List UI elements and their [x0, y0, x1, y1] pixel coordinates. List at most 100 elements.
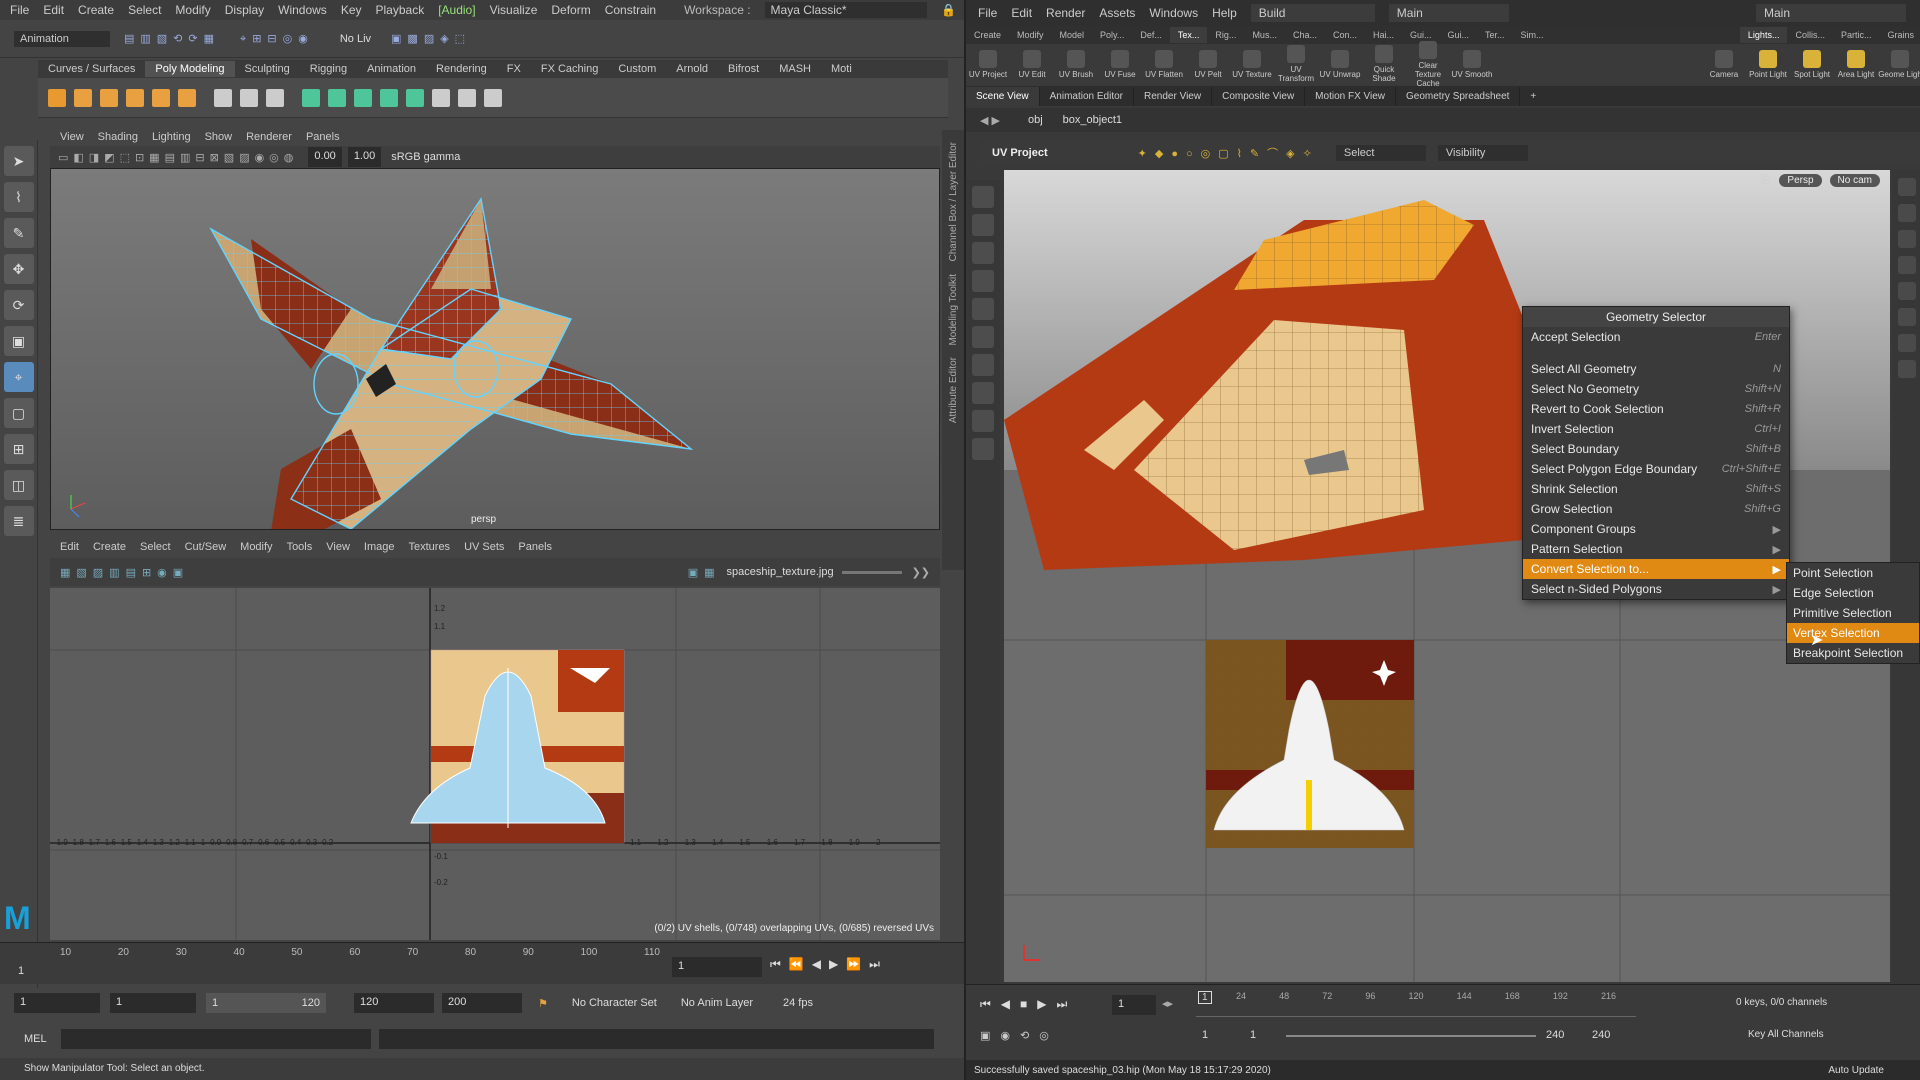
info-icon[interactable]	[1898, 360, 1916, 378]
audio-realtime-icons[interactable]: ▣◉⟲◎	[980, 1029, 1059, 1042]
hou-shelf-tab-texture[interactable]: Tex...	[1169, 27, 1208, 43]
menu-item-grow[interactable]: Grow Selection Shift+G	[1523, 499, 1789, 519]
scale-tool-icon[interactable]: ▣	[3, 326, 34, 356]
range-b[interactable]: 1	[1250, 1029, 1256, 1041]
uv-texture-tool[interactable]: UV Texture	[1230, 49, 1274, 79]
maya-menu-edit[interactable]: Edit	[43, 3, 64, 17]
lasso-tool-icon[interactable]: ⌇	[3, 182, 34, 212]
geometry-light-tool[interactable]: Geome Ligh	[1878, 49, 1920, 79]
menu-item-convert-selection[interactable]: Convert Selection to... ▶	[1523, 559, 1789, 579]
auto-key-icon[interactable]: ⚑	[538, 997, 548, 1010]
uv-menu-tools[interactable]: Tools	[287, 541, 313, 553]
uv-menu-view[interactable]: View	[326, 541, 350, 553]
separate-icon[interactable]	[406, 88, 424, 107]
maya-menu-create[interactable]: Create	[78, 3, 114, 17]
maya-menu-windows[interactable]: Windows	[278, 3, 327, 17]
camera-lock-icon[interactable]: ⎘	[1761, 174, 1770, 187]
maya-menu-constrain[interactable]: Constrain	[605, 3, 656, 17]
paint-select-icon[interactable]: ✎	[3, 218, 34, 248]
poly-cylinder-icon[interactable]	[100, 88, 118, 107]
range-slider[interactable]	[1286, 1035, 1536, 1037]
no-cam-button[interactable]: No cam	[1829, 174, 1880, 187]
maya-menu-audio[interactable]: [Audio]	[438, 3, 475, 17]
quad-draw-icon[interactable]	[266, 88, 284, 107]
pose-icon[interactable]	[972, 242, 994, 264]
camera-tool[interactable]: Camera	[1702, 49, 1746, 79]
maya-time-slider[interactable]: 10 20 30 40 50 60 70 80 90 100 110 1 1 ⏮…	[0, 942, 964, 984]
selection-mode-icons[interactable]: ✦◆●○◎▢⌇✎⌒◈✧	[1138, 145, 1320, 161]
texture-name[interactable]: spaceship_texture.jpg	[727, 566, 834, 578]
vp-menu-shading[interactable]: Shading	[98, 131, 138, 143]
hand-icon[interactable]	[972, 214, 994, 236]
lock-icon[interactable]	[1898, 230, 1916, 248]
hou-shelf-tab[interactable]: Model	[1052, 27, 1093, 43]
shelf-tab[interactable]: Animation	[357, 61, 426, 77]
mel-input[interactable]	[60, 1029, 371, 1049]
submenu-point-selection[interactable]: Point Selection	[1787, 563, 1919, 583]
houdini-frame-field[interactable]: 1	[1112, 995, 1156, 1015]
hou-shelf-tab[interactable]: Poly...	[1092, 27, 1132, 43]
shelf-tab[interactable]: Curves / Surfaces	[38, 61, 145, 77]
hou-shelf-tab[interactable]: Partic...	[1833, 27, 1880, 43]
menu-item-invert[interactable]: Invert Selection Ctrl+I	[1523, 419, 1789, 439]
pane-tab-scene-view[interactable]: Scene View	[966, 86, 1040, 106]
hou-shelf-tab[interactable]: Create	[966, 27, 1009, 43]
character-set-dropdown[interactable]: No Character Set	[572, 997, 657, 1009]
hou-menu-windows[interactable]: Windows	[1149, 6, 1198, 20]
vp-menu-lighting[interactable]: Lighting	[152, 131, 191, 143]
uv-fuse-tool[interactable]: UV Fuse	[1098, 49, 1142, 79]
hou-menu-render[interactable]: Render	[1046, 6, 1085, 20]
brush-icon[interactable]	[972, 326, 994, 348]
shelf-tab[interactable]: Rendering	[426, 61, 497, 77]
shelf-tab-poly-modeling[interactable]: Poly Modeling	[145, 61, 235, 77]
vp-menu-view[interactable]: View	[60, 131, 84, 143]
shelf-tab[interactable]: FX Caching	[531, 61, 608, 77]
gamma-field[interactable]: 1.00	[347, 147, 382, 167]
current-frame-field[interactable]: 1	[672, 957, 762, 977]
path-root[interactable]: obj	[1028, 114, 1043, 126]
mel-label[interactable]: MEL	[24, 1033, 47, 1045]
hou-shelf-tab[interactable]: Grains	[1879, 27, 1920, 43]
vp-menu-renderer[interactable]: Renderer	[246, 131, 292, 143]
pane-tab[interactable]: Animation Editor	[1040, 86, 1135, 106]
poly-plane-icon[interactable]	[126, 88, 144, 107]
hou-shelf-tab[interactable]: Hai...	[1365, 27, 1402, 43]
shelf-tab[interactable]: Sculpting	[235, 61, 300, 77]
lighting-icon[interactable]	[1898, 204, 1916, 222]
range-slider-bar[interactable]: 1 120	[206, 993, 326, 1013]
submenu-edge-selection[interactable]: Edge Selection	[1787, 583, 1919, 603]
uv-project-tool[interactable]: UV Project	[966, 49, 1010, 79]
flipbook-icon[interactable]	[972, 438, 994, 460]
area-light-tool[interactable]: Area Light	[1834, 49, 1878, 79]
uv-menu-panels[interactable]: Panels	[518, 541, 552, 553]
merge-icon[interactable]	[484, 88, 502, 107]
uv-pelt-tool[interactable]: UV Pelt	[1186, 49, 1230, 79]
single-view-icon[interactable]: ▢	[3, 398, 34, 428]
grid-icon[interactable]	[1898, 334, 1916, 352]
uv-menu-modify[interactable]: Modify	[240, 541, 272, 553]
main-dropdown-right[interactable]: Main	[1756, 4, 1906, 22]
rotate-tool-icon[interactable]: ⟳	[3, 290, 34, 320]
uv-display-icons[interactable]: ▦▧▨▥▤⊞◉▣	[60, 566, 189, 579]
render-icon[interactable]	[972, 410, 994, 432]
poly-torus-icon[interactable]	[152, 88, 170, 107]
hou-shelf-tab-lights[interactable]: Lights...	[1739, 27, 1788, 43]
select-arrow-icon[interactable]	[972, 186, 994, 208]
shelf-tab[interactable]: Moti	[821, 61, 862, 77]
submenu-breakpoint-selection[interactable]: Breakpoint Selection	[1787, 643, 1919, 663]
uv-edit-tool[interactable]: UV Edit	[1010, 49, 1054, 79]
perspective-viewport[interactable]: persp	[50, 168, 940, 530]
uv-editor-canvas[interactable]: -1.9 -1.8 -1.7 -1.6 -1.5 -1.4 -1.3 -1.2 …	[50, 588, 940, 940]
four-view-icon[interactable]: ⊞	[3, 434, 34, 464]
display-icon[interactable]	[1898, 178, 1916, 196]
uv-menu-image[interactable]: Image	[364, 541, 395, 553]
menu-item-component-groups[interactable]: Component Groups ▶	[1523, 519, 1789, 539]
range-d[interactable]: 240	[1592, 1029, 1610, 1041]
normal-icon[interactable]	[1898, 308, 1916, 326]
houdini-timeline[interactable]: 1 24 48 72 96 120 144 168 192 216	[1196, 991, 1636, 1017]
range-inner-end-field[interactable]: 120	[354, 993, 434, 1013]
color-space-label[interactable]: sRGB gamma	[391, 151, 460, 163]
manipulator-tool-icon[interactable]: ⌖	[3, 362, 34, 392]
submenu-vertex-selection[interactable]: Vertex Selection	[1787, 623, 1919, 643]
render-icons[interactable]: ▣▩▨◈⬚	[391, 32, 471, 45]
